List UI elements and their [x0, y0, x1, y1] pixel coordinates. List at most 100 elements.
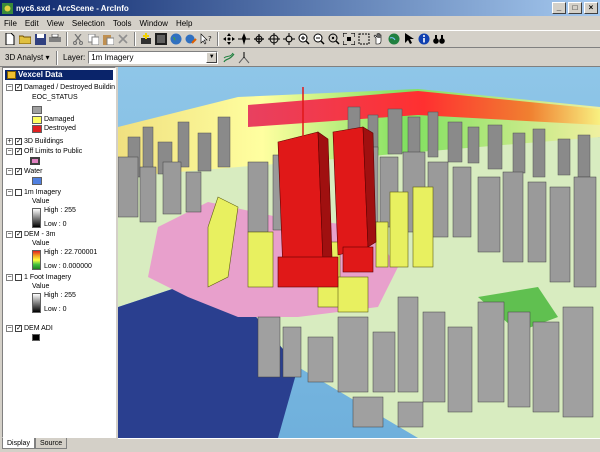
- legend-ramp-grayscale: [32, 208, 41, 228]
- zoom-to-layer-button[interactable]: [357, 32, 371, 46]
- scene-icon: [155, 33, 167, 45]
- layer-row-damaged-destroyed[interactable]: − ✓ Damaged / Destroyed Buildin: [6, 82, 115, 92]
- menu-window[interactable]: Window: [136, 19, 172, 28]
- layer-visibility-checkbox[interactable]: ✓: [15, 147, 22, 155]
- layer-visibility-checkbox[interactable]: [15, 188, 22, 196]
- help-button[interactable]: ?: [199, 32, 213, 46]
- zoom-out-button[interactable]: [312, 32, 326, 46]
- toc-title: Vexcel Data: [18, 70, 63, 79]
- globe-view-button[interactable]: [387, 32, 401, 46]
- layer-row-water[interactable]: − ✓ Water: [6, 166, 42, 176]
- layer-row-off-limits[interactable]: − ✓ Off Limits to Public: [6, 146, 82, 156]
- layers-icon: [7, 71, 16, 79]
- layer-name: 3D Buildings: [24, 137, 64, 145]
- legend-label-damaged: Damaged: [44, 116, 75, 123]
- target-tool[interactable]: [267, 32, 281, 46]
- maximize-button[interactable]: □: [568, 2, 582, 14]
- layer-label: Layer:: [63, 53, 86, 62]
- fly-tool[interactable]: [237, 32, 251, 46]
- menu-selection[interactable]: Selection: [68, 19, 109, 28]
- layer-name: 1 Foot Imagery: [24, 273, 72, 281]
- collapse-toggle[interactable]: −: [6, 273, 13, 281]
- full-extent-button[interactable]: [342, 32, 356, 46]
- print-button[interactable]: [48, 32, 62, 46]
- new-document-button[interactable]: [3, 32, 17, 46]
- pan-tool[interactable]: [372, 32, 386, 46]
- copy-button[interactable]: [86, 32, 100, 46]
- steepest-path-tool[interactable]: [237, 51, 251, 65]
- collapse-toggle[interactable]: −: [6, 188, 13, 196]
- analyst-toolbar: 3D Analyst ▾ Layer: 1m Imagery ▼: [0, 49, 600, 67]
- toc-root[interactable]: Vexcel Data: [5, 70, 113, 80]
- find-tool[interactable]: [432, 32, 446, 46]
- layer-select-value: 1m Imagery: [91, 53, 134, 62]
- 3d-analyst-menu[interactable]: 3D Analyst ▾: [3, 51, 53, 64]
- scene-viewer[interactable]: [118, 67, 600, 438]
- layer-visibility-checkbox[interactable]: ✓: [15, 83, 22, 91]
- menu-tools[interactable]: Tools: [109, 19, 136, 28]
- legend-swatch-damaged: [32, 116, 42, 124]
- binoculars-icon: [433, 35, 445, 44]
- collapse-toggle[interactable]: −: [6, 324, 13, 332]
- zoom-in-out-tool[interactable]: [252, 32, 266, 46]
- globe-edit-button[interactable]: [184, 32, 198, 46]
- zoom-in-button[interactable]: [297, 32, 311, 46]
- layer-row-1m-imagery[interactable]: − 1m Imagery: [6, 187, 61, 197]
- layer-name: Damaged / Destroyed Buildin: [24, 83, 116, 91]
- menu-view[interactable]: View: [43, 19, 68, 28]
- layer-visibility-checkbox[interactable]: ✓: [15, 167, 22, 175]
- tab-display[interactable]: Display: [2, 438, 35, 449]
- layer-select[interactable]: 1m Imagery ▼: [88, 51, 219, 64]
- layer-name: Water: [24, 167, 43, 175]
- layer-name: Off Limits to Public: [24, 147, 83, 155]
- close-button[interactable]: ×: [584, 2, 598, 14]
- collapse-toggle[interactable]: −: [6, 83, 13, 91]
- navigate-tool[interactable]: [222, 32, 236, 46]
- collapse-toggle[interactable]: −: [6, 167, 13, 175]
- globe-button[interactable]: [169, 32, 183, 46]
- legend-field-label: EOC_STATUS: [32, 94, 78, 101]
- layer-visibility-checkbox[interactable]: ✓: [15, 230, 22, 238]
- layer-visibility-checkbox[interactable]: ✓: [15, 324, 22, 332]
- menu-help[interactable]: Help: [172, 19, 196, 28]
- layer-row-1-foot-imagery[interactable]: − 1 Foot Imagery: [6, 272, 71, 282]
- menu-file[interactable]: File: [0, 19, 21, 28]
- title-bar: nyc6.sxd - ArcScene - ArcInfo _ □ ×: [0, 0, 600, 16]
- zoom-to-target-button[interactable]: [327, 32, 341, 46]
- select-tool[interactable]: [402, 32, 416, 46]
- layer-row-dem-3m[interactable]: − ✓ DEM - 3m: [6, 229, 56, 239]
- tab-source[interactable]: Source: [34, 438, 68, 449]
- menu-edit[interactable]: Edit: [21, 19, 43, 28]
- layer-visibility-checkbox[interactable]: ✓: [15, 137, 22, 145]
- expand-toggle[interactable]: +: [6, 137, 13, 145]
- folder-icon: [19, 35, 31, 44]
- globe-pencil-icon: [185, 34, 197, 44]
- scene-properties-button[interactable]: [154, 32, 168, 46]
- collapse-toggle[interactable]: −: [6, 147, 13, 155]
- toolbar-separator: [66, 32, 68, 46]
- collapse-toggle[interactable]: −: [6, 230, 13, 238]
- legend-low-label: Low : 0.000000: [44, 263, 92, 270]
- legend-swatch-dem-adi: [32, 334, 40, 341]
- window-title: nyc6.sxd - ArcScene - ArcInfo: [16, 3, 129, 13]
- save-button[interactable]: [33, 32, 47, 46]
- contour-tool[interactable]: [222, 51, 236, 65]
- center-tool[interactable]: [282, 32, 296, 46]
- open-button[interactable]: [18, 32, 32, 46]
- legend-high-label: High : 22.700001: [44, 249, 98, 256]
- delete-button[interactable]: [116, 32, 130, 46]
- layer-visibility-checkbox[interactable]: [15, 273, 22, 281]
- chevron-down-icon[interactable]: ▼: [206, 52, 218, 63]
- contour-icon: [223, 52, 235, 62]
- layer-row-dem-adi[interactable]: − ✓ DEM ADI: [6, 323, 53, 333]
- layer-row-3d-buildings[interactable]: + ✓ 3D Buildings: [6, 136, 63, 146]
- minimize-button[interactable]: _: [552, 2, 566, 14]
- hand-icon: [373, 33, 382, 45]
- floppy-icon: [34, 33, 46, 45]
- add-data-button[interactable]: [139, 32, 153, 46]
- legend-high-label: High : 255: [44, 292, 76, 299]
- identify-tool[interactable]: [417, 32, 431, 46]
- cut-button[interactable]: [71, 32, 85, 46]
- whats-this-icon: ?: [200, 33, 212, 45]
- paste-button[interactable]: [101, 32, 115, 46]
